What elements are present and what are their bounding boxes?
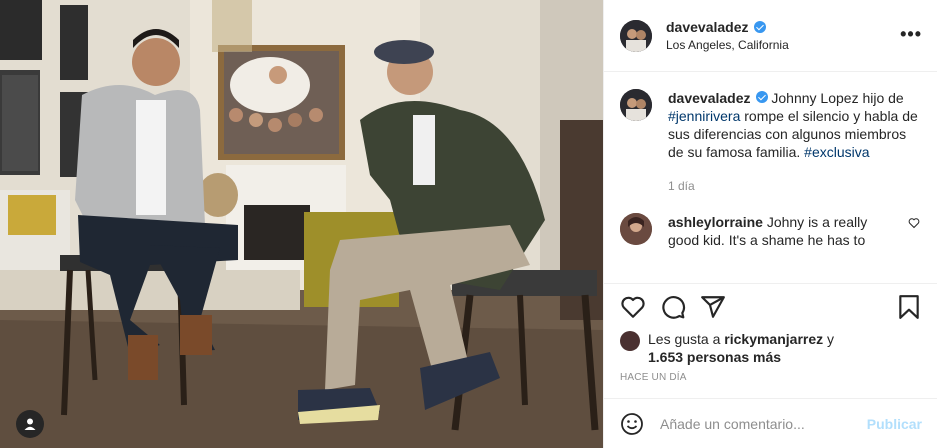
more-options-icon[interactable]: ••• xyxy=(900,25,922,43)
tag-people-icon[interactable] xyxy=(16,410,44,438)
heart-icon[interactable] xyxy=(620,294,646,320)
likes-prefix: Les gusta a xyxy=(648,331,725,347)
likes-count[interactable]: 1.653 personas más xyxy=(648,349,781,365)
verified-badge-icon xyxy=(753,21,766,33)
caption: davevaladez Johnny Lopez hijo de #jennir… xyxy=(620,89,922,195)
hashtag-exclusiva[interactable]: #exclusiva xyxy=(804,144,869,160)
action-bar xyxy=(604,283,937,329)
comment-icon[interactable] xyxy=(660,294,686,320)
post-photo[interactable] xyxy=(0,0,603,448)
author-username[interactable]: davevaladez xyxy=(666,19,749,35)
comments-section[interactable]: davevaladez Johnny Lopez hijo de #jennir… xyxy=(604,73,937,283)
hashtag-jennirivera[interactable]: #jennirivera xyxy=(668,108,740,124)
interview-scene-image xyxy=(0,0,603,448)
caption-username[interactable]: davevaladez xyxy=(668,90,751,106)
liker-avatar[interactable] xyxy=(620,331,640,351)
post-location[interactable]: Los Angeles, California xyxy=(666,38,789,52)
commenter-avatar[interactable] xyxy=(620,213,652,245)
comment-input[interactable]: Añade un comentario... xyxy=(660,416,805,432)
caption-avatar[interactable] xyxy=(620,89,652,121)
caption-text-1: Johnny Lopez hijo de xyxy=(767,90,904,106)
liker-username[interactable]: rickymanjarrez xyxy=(724,331,823,347)
emoji-icon[interactable] xyxy=(620,412,644,436)
bookmark-icon[interactable] xyxy=(896,294,922,320)
verified-badge-icon xyxy=(755,91,768,103)
commenter-username[interactable]: ashleylorraine xyxy=(668,214,763,230)
post-header: davevaladez Los Angeles, California ••• xyxy=(604,0,937,72)
add-comment-bar: Añade un comentario... Publicar xyxy=(604,398,937,448)
caption-time[interactable]: 1 día xyxy=(668,177,918,195)
post-timestamp[interactable]: HACE UN DÍA xyxy=(620,372,687,383)
caption-body: davevaladez Johnny Lopez hijo de #jennir… xyxy=(668,89,918,195)
publish-button[interactable]: Publicar xyxy=(867,416,922,432)
share-icon[interactable] xyxy=(700,294,726,320)
comment-item: ashleylorraine Johny is a really good ki… xyxy=(620,213,922,249)
likes-suffix: y xyxy=(823,331,835,347)
like-comment-icon[interactable] xyxy=(908,217,920,229)
post-sidebar: davevaladez Los Angeles, California ••• … xyxy=(603,0,937,448)
likes-summary: Les gusta a rickymanjarrez y 1.653 perso… xyxy=(620,330,920,366)
author-avatar[interactable] xyxy=(620,19,652,52)
comment-body: ashleylorraine Johny is a really good ki… xyxy=(668,213,898,249)
